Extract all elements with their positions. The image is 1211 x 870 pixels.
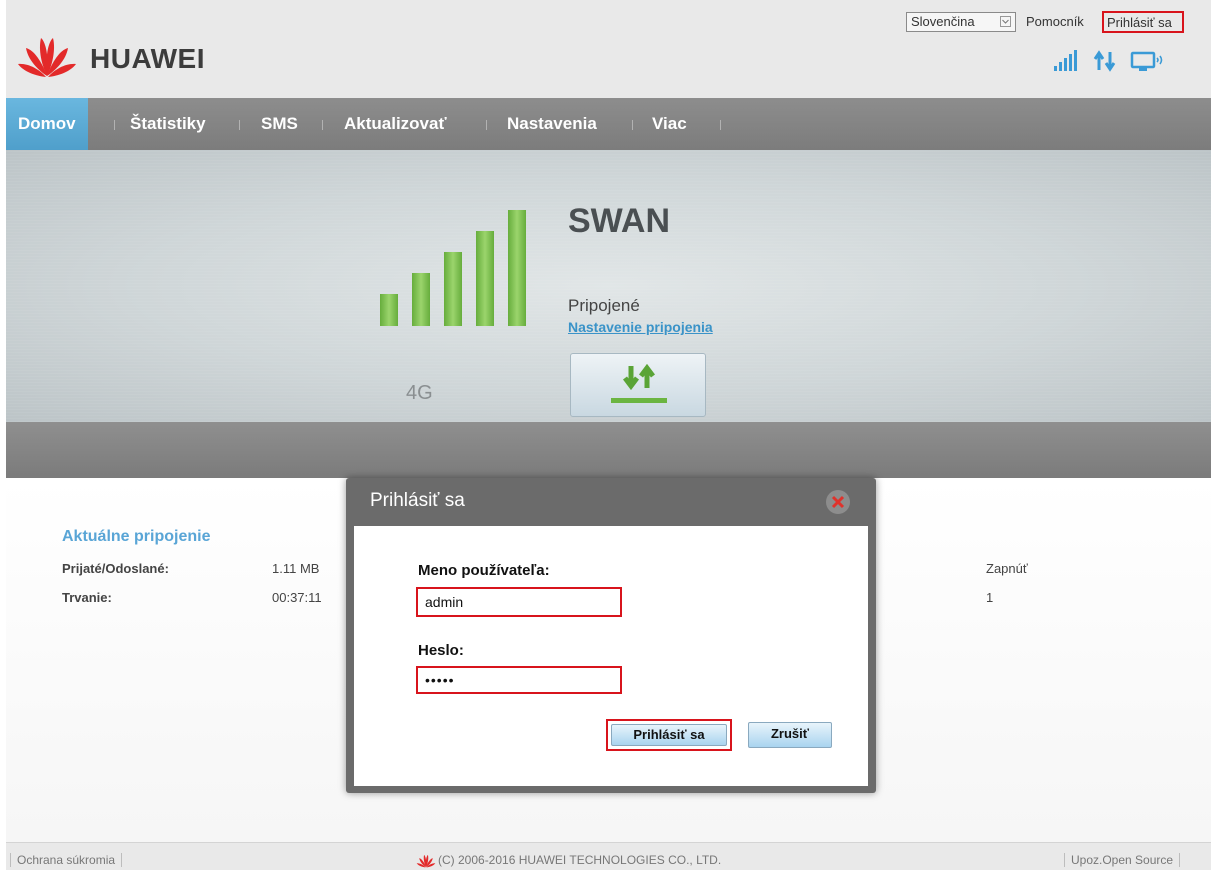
language-select[interactable]: Slovenčina — [906, 12, 1016, 32]
signal-bar — [476, 231, 494, 326]
password-label: Heslo: — [418, 642, 464, 659]
cancel-button[interactable]: Zrušiť — [748, 722, 832, 748]
tab-domov[interactable]: Domov — [6, 98, 88, 150]
nav-divider — [239, 120, 240, 130]
computer-icon — [1130, 51, 1163, 71]
signal-bars-icon — [380, 210, 526, 326]
received-sent-value: 1.11 MB — [272, 561, 320, 576]
network-type: 4G — [406, 382, 433, 404]
main-nav: Domov Štatistiky SMS Aktualizovať Nastav… — [6, 98, 1211, 150]
login-dialog-title: Prihlásiť sa — [370, 490, 465, 511]
router-web-ui: HUAWEI Slovenčina Pomocník Prihlásiť sa — [6, 0, 1211, 870]
open-source-link[interactable]: Upoz.Open Source — [1064, 853, 1181, 867]
status-panel: 4G SWAN Pripojené Nastavenie pripojenia — [6, 150, 1211, 422]
help-link[interactable]: Pomocník — [1026, 14, 1084, 29]
nav-divider — [486, 120, 487, 130]
duration-value: 00:37:11 — [272, 590, 322, 605]
header: HUAWEI Slovenčina Pomocník Prihlásiť sa — [6, 0, 1211, 98]
received-sent-label: Prijaté/Odoslané: — [62, 561, 169, 576]
connection-arrows-icon — [611, 364, 667, 403]
tab-statistiky[interactable]: Štatistiky — [130, 98, 206, 150]
login-link[interactable]: Prihlásiť sa — [1102, 11, 1184, 33]
isp-name: SWAN — [568, 202, 670, 240]
close-icon[interactable] — [824, 488, 852, 516]
count-value-right: 1 — [986, 590, 994, 605]
signal-bar — [508, 210, 526, 326]
tab-aktualizovat[interactable]: Aktualizovať — [344, 98, 447, 150]
username-label: Meno používateľa: — [418, 562, 550, 579]
signal-bar — [412, 273, 430, 326]
login-button[interactable]: Prihlásiť sa — [606, 719, 732, 751]
brand-name: HUAWEI — [90, 43, 205, 74]
status-strip — [6, 422, 1211, 478]
signal-bar — [444, 252, 462, 326]
nav-divider — [632, 120, 633, 130]
privacy-link[interactable]: Ochrana súkromia — [10, 853, 123, 867]
data-transfer-icon — [1093, 50, 1116, 72]
tab-viac[interactable]: Viac — [652, 98, 687, 150]
nav-divider — [114, 120, 115, 130]
copyright-text: (C) 2006-2016 HUAWEI TECHNOLOGIES CO., L… — [438, 853, 722, 867]
chevron-down-icon — [1000, 16, 1011, 27]
connection-status: Pripojené — [568, 296, 640, 315]
huawei-small-logo-icon — [416, 854, 436, 868]
tab-sms[interactable]: SMS — [261, 98, 298, 150]
huawei-logo-icon — [18, 38, 76, 77]
connect-toggle-button[interactable] — [570, 353, 706, 417]
username-input[interactable]: admin — [416, 587, 622, 617]
signal-strength-icon — [1054, 50, 1077, 71]
language-select-value: Slovenčina — [911, 14, 975, 29]
connection-settings-link[interactable]: Nastavenie pripojenia — [568, 319, 713, 335]
tab-nastavenia[interactable]: Nastavenia — [507, 98, 597, 150]
password-input[interactable]: ••••• — [416, 666, 622, 694]
status-value-right: Zapnúť — [986, 561, 1028, 576]
duration-label: Trvanie: — [62, 590, 112, 605]
nav-divider — [720, 120, 721, 130]
signal-bar — [380, 294, 398, 326]
nav-divider — [322, 120, 323, 130]
login-button-label: Prihlásiť sa — [611, 724, 727, 746]
current-connection-title: Aktuálne pripojenie — [62, 528, 211, 545]
cancel-button-label: Zrušiť — [748, 722, 832, 748]
